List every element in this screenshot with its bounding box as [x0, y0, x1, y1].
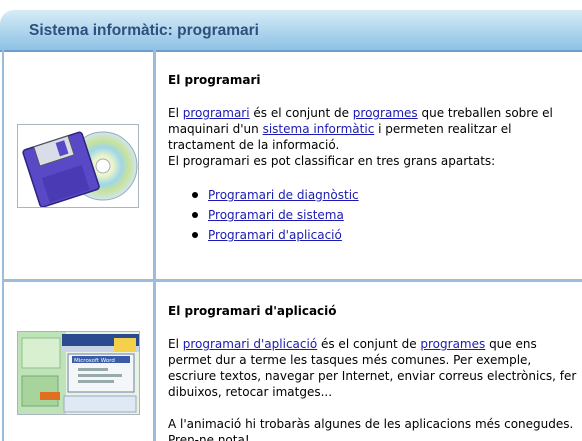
animation-note: A l'animació hi trobaràs algunes de les …: [168, 416, 580, 441]
programari-description: El programari és el conjunt de programes…: [168, 105, 580, 169]
row-divider: [2, 279, 582, 282]
link-programes-2[interactable]: programes: [420, 337, 485, 351]
list-item: Programari d'aplicació: [190, 225, 359, 245]
list-item: Programari de diagnòstic: [190, 185, 359, 205]
link-sistema-informatic[interactable]: sistema informàtic: [263, 122, 375, 136]
left-border: [2, 50, 4, 441]
list-item: Programari de sistema: [190, 205, 359, 225]
section-title-programari: El programari: [168, 73, 261, 87]
floppy-cd-image: [17, 124, 139, 208]
applications-screenshot-image: Microsoft Word: [17, 331, 140, 415]
link-programes[interactable]: programes: [353, 106, 418, 120]
page-title: Sistema informàtic: programari: [29, 22, 259, 39]
link-programari-aplicacio-inline[interactable]: programari d'aplicació: [183, 337, 317, 351]
programari-types-list: Programari de diagnòstic Programari de s…: [190, 185, 359, 245]
link-programari-diagnostic[interactable]: Programari de diagnòstic: [208, 188, 359, 202]
page: Sistema informàtic: programari El progra…: [0, 0, 582, 441]
animation-note-text: A l'animació hi trobaràs algunes de les …: [168, 417, 574, 441]
text-fragment: El: [168, 337, 183, 351]
text-fragment: és el conjunt de: [317, 337, 421, 351]
text-fragment: El: [168, 106, 183, 120]
column-divider: [153, 50, 156, 441]
classification-intro: El programari es pot classificar en tres…: [168, 154, 496, 168]
text-fragment: és el conjunt de: [249, 106, 353, 120]
page-header: Sistema informàtic: programari: [0, 10, 582, 52]
link-programari-sistema[interactable]: Programari de sistema: [208, 208, 344, 222]
section-title-programari-aplicacio: El programari d'aplicació: [168, 304, 337, 318]
link-programari[interactable]: programari: [183, 106, 250, 120]
window-title-text: Microsoft Word: [74, 358, 115, 364]
programari-aplicacio-description: El programari d'aplicació és el conjunt …: [168, 336, 580, 400]
link-programari-aplicacio[interactable]: Programari d'aplicació: [208, 228, 342, 242]
